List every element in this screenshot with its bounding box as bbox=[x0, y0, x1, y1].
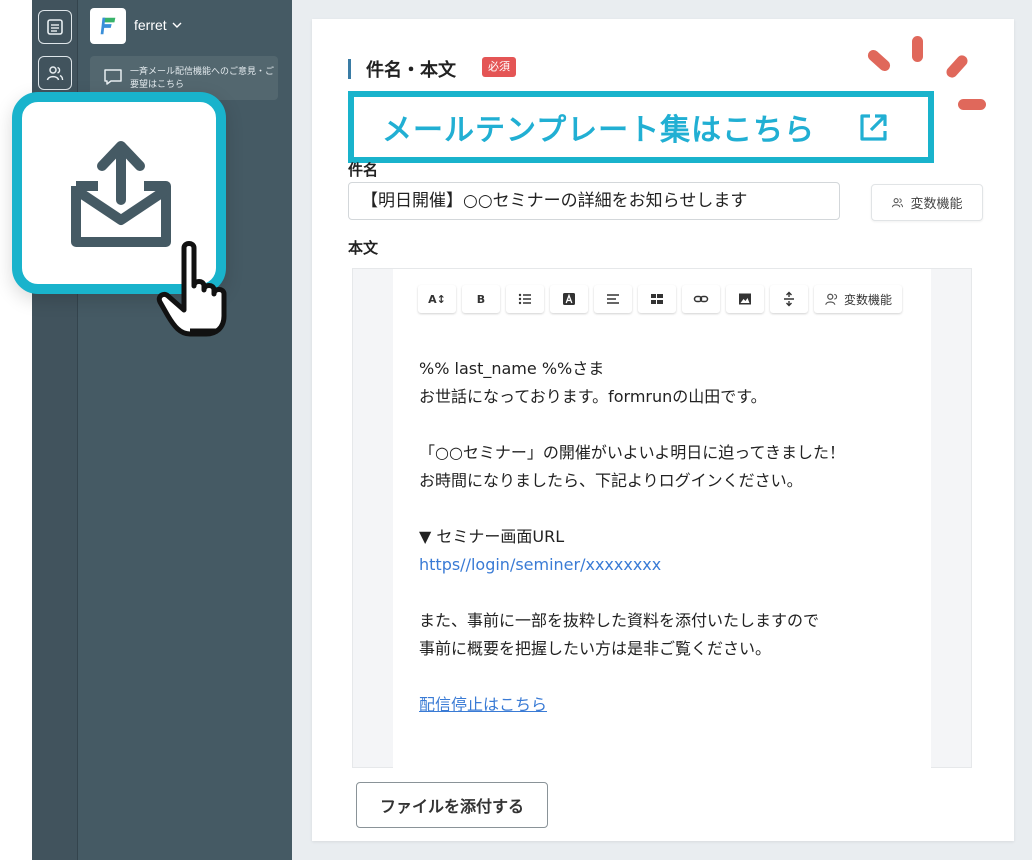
users-icon bbox=[825, 293, 838, 305]
body-editor[interactable]: A↕ B 変数機能 %% last_name %%さま お世話になっております。… bbox=[393, 269, 931, 769]
body-line: 事前に概要を把握したい方は是非ご覧ください。 bbox=[419, 639, 772, 658]
external-link-icon bbox=[860, 114, 887, 141]
body-line: 「○○セミナー」の開催がいよいよ明日に迫ってきました！ bbox=[419, 443, 846, 462]
body-variable-label: 変数機能 bbox=[843, 292, 892, 307]
bullet-list-icon bbox=[518, 293, 531, 305]
body-line: お世話になっております。formrunの山田です。 bbox=[419, 387, 767, 406]
body-line: %% last_name %%さま bbox=[419, 359, 605, 378]
ferret-logo-icon bbox=[100, 17, 116, 35]
workspace-switcher[interactable]: ferret bbox=[134, 17, 183, 33]
link-button[interactable] bbox=[682, 285, 720, 313]
bold-button[interactable]: B bbox=[462, 285, 500, 313]
subject-label: 件名 bbox=[348, 161, 379, 179]
body-line: また、事前に一部を抜粋した資料を添付いたしますので bbox=[419, 611, 820, 630]
body-blank-line bbox=[419, 579, 919, 607]
workspace-name: ferret bbox=[134, 17, 167, 33]
speech-bubble-icon bbox=[104, 69, 122, 85]
text-color-button[interactable] bbox=[550, 285, 588, 313]
form-list-icon bbox=[47, 19, 63, 35]
sparkle-decoration bbox=[865, 47, 893, 74]
sparkle-decoration bbox=[912, 36, 923, 62]
sparkle-decoration bbox=[944, 53, 970, 80]
sparkle-decoration bbox=[958, 99, 986, 110]
body-text[interactable]: %% last_name %%さま お世話になっております。formrunの山田… bbox=[419, 355, 919, 719]
seminar-url-link[interactable]: https//login/seminer/xxxxxxxx bbox=[419, 551, 919, 579]
feedback-text: 一斉メール配信機能へのご意見・ご要望はこちら bbox=[130, 67, 275, 90]
table-button[interactable] bbox=[638, 285, 676, 313]
users-icon bbox=[892, 198, 904, 208]
variable-button-label: 変数機能 bbox=[910, 197, 963, 212]
bullet-list-button[interactable] bbox=[506, 285, 544, 313]
font-size-button[interactable]: A↕ bbox=[418, 285, 456, 313]
subject-input[interactable]: 【明日開催】○○セミナーの詳細をお知らせします bbox=[348, 182, 840, 220]
section-title: 件名・本文 bbox=[366, 60, 456, 81]
body-blank-line bbox=[419, 663, 919, 691]
required-badge: 必須 bbox=[482, 57, 516, 77]
pointer-hand-icon bbox=[156, 241, 227, 337]
mail-template-link[interactable]: メールテンプレート集はこちら bbox=[348, 91, 934, 163]
body-blank-line bbox=[419, 495, 919, 523]
body-label: 本文 bbox=[348, 239, 379, 257]
subject-variable-button[interactable]: 変数機能 bbox=[871, 184, 983, 221]
template-link-label: メールテンプレート集はこちら bbox=[382, 113, 816, 148]
font-size-label: A↕ bbox=[428, 292, 446, 306]
chevron-down-icon bbox=[172, 22, 182, 28]
body-variable-button[interactable]: 変数機能 bbox=[814, 285, 902, 313]
body-blank-line bbox=[419, 411, 919, 439]
divider-button[interactable] bbox=[770, 285, 808, 313]
table-icon bbox=[651, 294, 663, 304]
text-color-icon bbox=[563, 293, 575, 305]
forms-rail-button[interactable] bbox=[38, 10, 72, 44]
vertical-split-icon bbox=[784, 291, 794, 307]
body-line: お時間になりましたら、下記よりログインください。 bbox=[419, 471, 803, 490]
image-button[interactable] bbox=[726, 285, 764, 313]
mail-compose-card: 件名・本文 必須 メールテンプレート集はこちら 件名 【明日開催】○○セミナーの… bbox=[312, 19, 1014, 841]
users-icon bbox=[46, 66, 64, 81]
unsubscribe-link[interactable]: 配信停止はこちら bbox=[419, 695, 547, 714]
align-left-button[interactable] bbox=[594, 285, 632, 313]
attach-file-button[interactable]: ファイルを添付する bbox=[356, 782, 548, 828]
bold-label: B bbox=[476, 292, 486, 306]
users-rail-button[interactable] bbox=[38, 56, 72, 90]
image-icon bbox=[739, 293, 751, 305]
link-icon bbox=[693, 295, 709, 303]
workspace-logo bbox=[90, 8, 126, 44]
align-left-icon bbox=[607, 294, 619, 304]
editor-toolbar: A↕ B 変数機能 bbox=[418, 285, 902, 313]
left-edge-lower bbox=[0, 540, 32, 860]
body-editor-frame: A↕ B 変数機能 %% last_name %%さま お世話になっております。… bbox=[352, 268, 972, 769]
section-accent-bar bbox=[348, 59, 351, 79]
body-line: ▼ セミナー画面URL bbox=[419, 527, 565, 546]
